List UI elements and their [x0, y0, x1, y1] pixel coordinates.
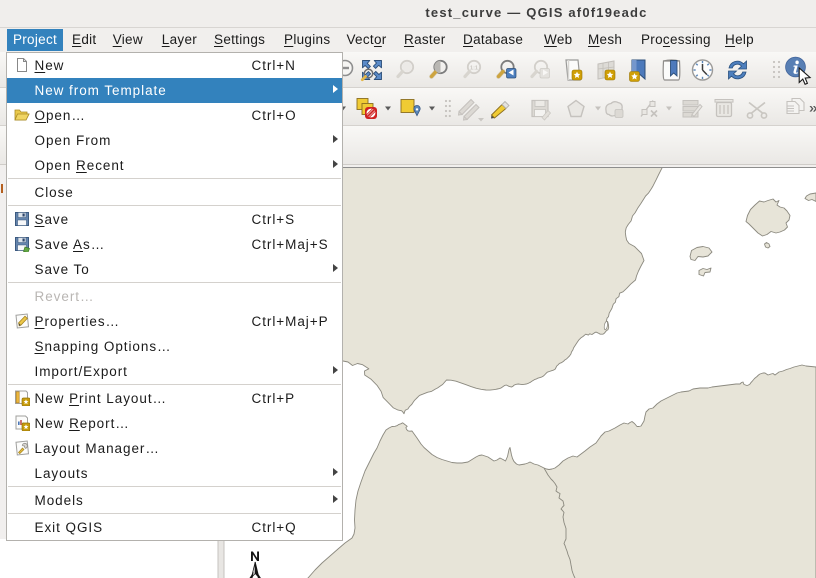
svg-text:1:1: 1:1: [470, 66, 478, 72]
